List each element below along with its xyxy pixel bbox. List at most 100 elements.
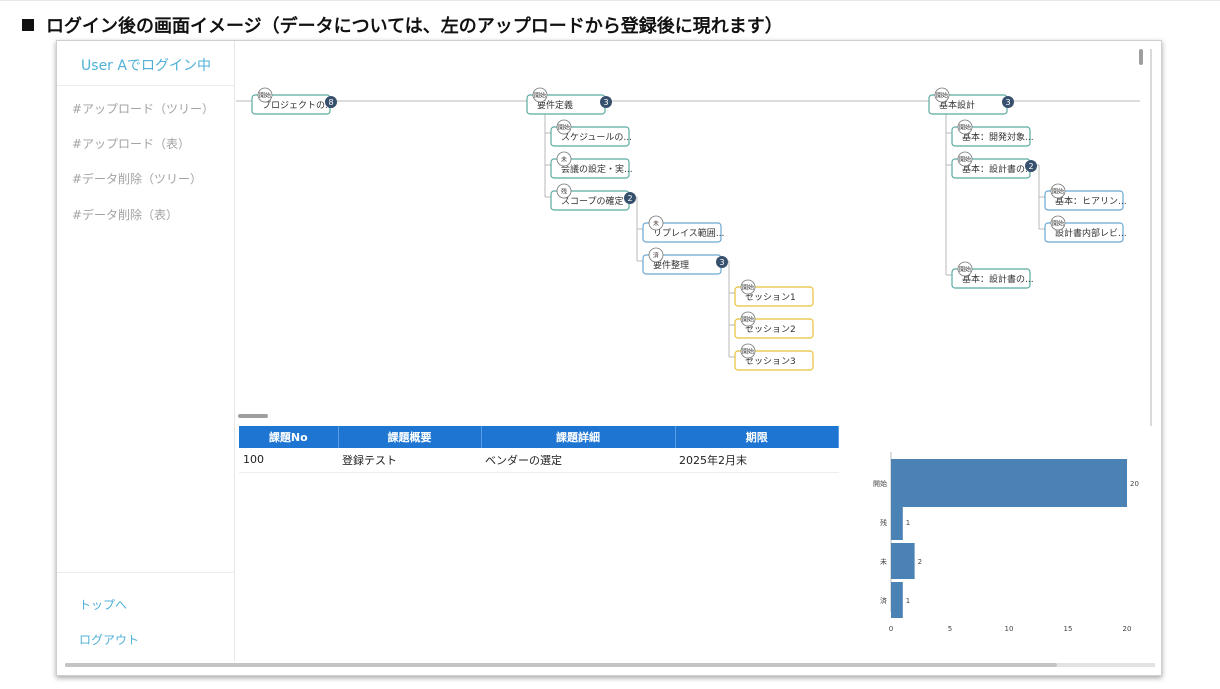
tree-node[interactable]: 基本：設計書の...開始 2 <box>951 151 1037 179</box>
status-tag-text: 開始 <box>259 92 271 100</box>
status-tag-text: 済 <box>653 252 659 260</box>
sidebar: User Aでログイン中 #アップロード（ツリー） #アップロード（表） #デー… <box>57 41 235 661</box>
x-tick-label: 15 <box>1064 625 1073 633</box>
status-tag-text: 開始 <box>1052 220 1064 228</box>
tree-panel[interactable]: プロジェクトの... 開始 8 要件定義 開始 3 スケジュールの... 開始 会議の設定・実.… <box>236 49 1140 421</box>
tree-node-label: セッション2 <box>745 324 796 335</box>
y-tick-label: 済 <box>880 596 887 605</box>
status-tag-text: 未 <box>561 156 567 164</box>
tree-node[interactable]: 設計書内部レビ...開始 <box>1044 215 1127 243</box>
tree-node[interactable]: 会議の設定・実...未 <box>550 151 633 179</box>
y-tick-label: 未 <box>880 557 887 566</box>
status-tag-text: 残 <box>561 188 567 196</box>
task-tree: プロジェクトの...開始8 要件定義開始3スケジュールの...開始会議の設定・実.… <box>236 87 1140 371</box>
app-window: User Aでログイン中 #アップロード（ツリー） #アップロード（表） #デー… <box>56 40 1162 676</box>
child-count-text: 8 <box>328 98 333 107</box>
column-header-detail[interactable]: 課題詳細 <box>481 426 676 448</box>
issue-table-area: 課題No 課題概要 課題詳細 期限 100 登録テスト ベンダーの選定 2025… <box>239 426 839 656</box>
tree-node[interactable]: プロジェクトの...開始 8 <box>251 87 337 115</box>
status-tag-text: 未 <box>653 220 659 228</box>
chart-bar[interactable] <box>891 582 903 618</box>
horizontal-scrollbar[interactable] <box>238 414 268 418</box>
data-label: 2 <box>918 558 922 566</box>
logout-link[interactable]: ログアウト <box>79 631 139 648</box>
child-count-text: 2 <box>627 194 632 203</box>
chart-bar[interactable] <box>891 543 915 579</box>
tree-node[interactable]: 基本：設計書の...開始 <box>951 261 1034 289</box>
page-title-text: ログイン後の画面イメージ（データについては、左のアップロードから登録後に現れます… <box>46 16 783 37</box>
tree-node[interactable]: スケジュールの...開始 <box>550 119 632 147</box>
y-tick-label: 残 <box>880 518 887 527</box>
status-tag-text: 開始 <box>959 156 971 164</box>
tree-node[interactable]: セッション1開始 <box>734 279 814 307</box>
status-tag-text: 開始 <box>959 266 971 274</box>
tree-node[interactable]: 基本：開発対象...開始 <box>951 119 1034 147</box>
bottom-scrollbar[interactable] <box>65 663 1057 667</box>
table-row[interactable]: 100 登録テスト ベンダーの選定 2025年2月末 <box>239 448 839 473</box>
x-tick-label: 5 <box>948 625 952 633</box>
tree-node[interactable]: 基本設計開始3 <box>928 87 1014 115</box>
data-label: 1 <box>906 519 910 527</box>
top-link[interactable]: トップへ <box>79 596 127 613</box>
tree-node-label: プロジェクトの... <box>262 100 334 111</box>
sidebar-item-delete-tree[interactable]: #データ削除（ツリー） <box>72 170 202 187</box>
cell-detail: ベンダーの選定 <box>481 448 675 473</box>
cell-no: 100 <box>239 448 338 473</box>
status-tag-text: 開始 <box>742 348 754 356</box>
status-tag-text: 開始 <box>959 124 971 132</box>
table-header-row: 課題No 課題概要 課題詳細 期限 <box>239 426 839 448</box>
tree-node[interactable]: 要件整理済3 <box>642 247 728 275</box>
status-tag-text: 開始 <box>742 316 754 324</box>
data-label: 1 <box>906 597 910 605</box>
tree-node-label: 基本：設計書の... <box>962 163 1034 175</box>
child-count-text: 3 <box>1005 98 1010 107</box>
tree-node-label: 会議の設定・実... <box>561 163 633 175</box>
sidebar-item-upload-tree[interactable]: #アップロード（ツリー） <box>72 100 214 117</box>
column-header-due[interactable]: 期限 <box>675 426 839 448</box>
tree-node-label: 基本：設計書の... <box>962 273 1034 285</box>
tree-node-label: セッション1 <box>745 292 796 303</box>
tree-node[interactable]: スコープの確定残 2 <box>550 183 636 211</box>
chart-bar[interactable] <box>891 459 1127 507</box>
chart-bar[interactable] <box>891 504 903 540</box>
tree-node[interactable]: セッション2開始 <box>734 311 814 339</box>
x-tick-label: 20 <box>1123 625 1132 633</box>
square-bullet-icon <box>22 19 34 31</box>
tree-node-label: 基本：開発対象... <box>962 131 1034 143</box>
sidebar-item-delete-table[interactable]: #データ削除（表） <box>72 206 178 223</box>
child-count-text: 3 <box>603 98 608 107</box>
status-tag-text: 開始 <box>534 92 546 100</box>
x-tick-label: 10 <box>1005 625 1014 633</box>
cell-summary: 登録テスト <box>338 448 481 473</box>
column-header-no[interactable]: 課題No <box>239 426 339 448</box>
status-tag-text: 開始 <box>936 92 948 100</box>
column-header-summary[interactable]: 課題概要 <box>338 426 482 448</box>
tree-node-label: セッション3 <box>745 356 796 367</box>
data-label: 20 <box>1130 480 1139 488</box>
issue-table: 課題No 課題概要 課題詳細 期限 100 登録テスト ベンダーの選定 2025… <box>239 426 839 473</box>
y-tick-label: 開始 <box>873 479 887 488</box>
child-count-text: 2 <box>1028 162 1033 171</box>
sidebar-divider <box>57 85 235 86</box>
x-tick-label: 0 <box>889 625 893 633</box>
tree-node-label: リプレイス範囲... <box>653 227 724 239</box>
tree-node[interactable]: 基本：ヒアリン...開始 <box>1044 183 1127 211</box>
child-count-text: 3 <box>719 258 724 267</box>
tree-node[interactable]: 要件定義開始3 <box>526 87 612 115</box>
cell-due: 2025年2月末 <box>675 448 839 473</box>
status-bar-chart: 開始 20残 1未 2済 10 5 10 15 20 <box>873 452 1139 633</box>
status-tag-text: 開始 <box>742 284 754 292</box>
tree-node-label: 基本：ヒアリン... <box>1055 195 1127 207</box>
vertical-scrollbar[interactable] <box>1139 49 1143 65</box>
sidebar-item-upload-table[interactable]: #アップロード（表） <box>72 135 190 152</box>
sidebar-divider <box>57 572 235 573</box>
tree-node-label: スケジュールの... <box>561 132 632 143</box>
tree-nodes: プロジェクトの...開始8 要件定義開始3スケジュールの...開始会議の設定・実.… <box>251 87 1127 371</box>
tree-node[interactable]: リプレイス範囲...未 <box>642 215 724 243</box>
status-tag-text: 開始 <box>1052 188 1064 196</box>
tree-node-label: スコープの確定 <box>561 195 623 207</box>
status-tag-text: 開始 <box>558 124 570 132</box>
page-title: ログイン後の画面イメージ（データについては、左のアップロードから登録後に現れます… <box>22 12 783 38</box>
tree-node[interactable]: セッション3開始 <box>734 343 814 371</box>
status-chart: 開始 20 残 1 未 2 済 1 0 5 10 15 20 <box>839 426 1152 661</box>
